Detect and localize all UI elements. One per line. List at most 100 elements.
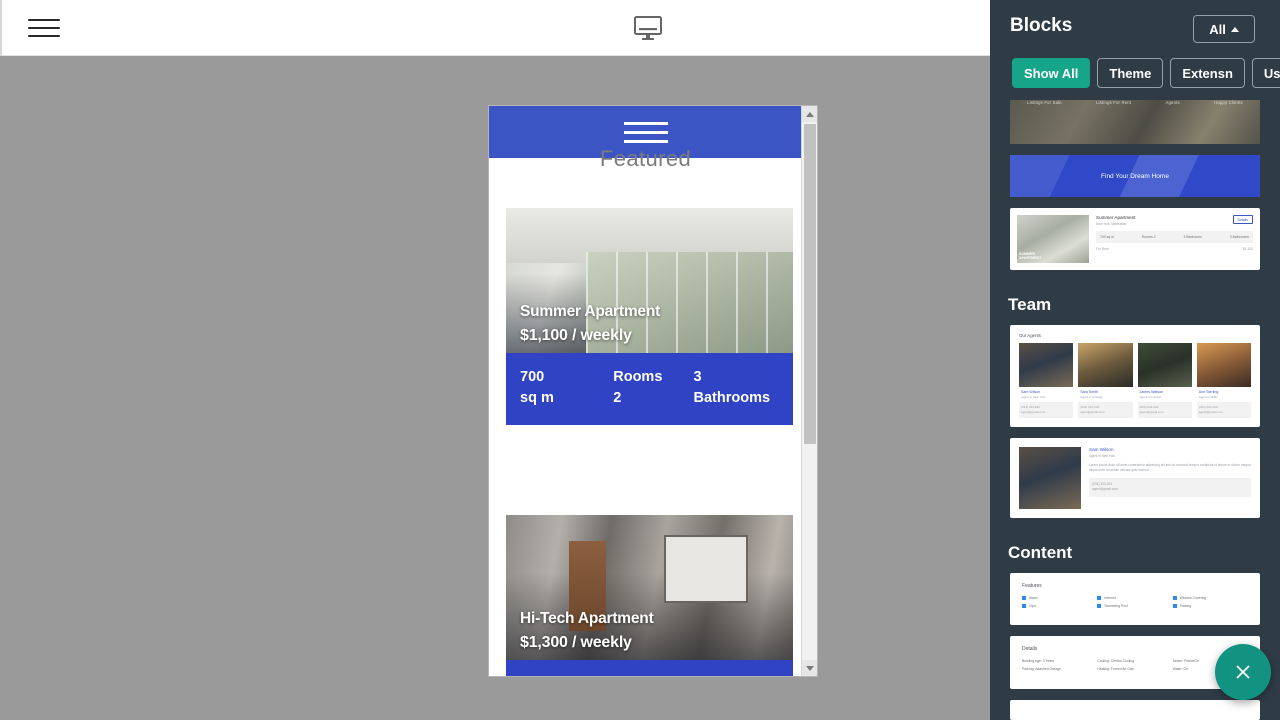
agent-email: agent@gmail.com [1198,410,1223,414]
property-area-value: 700 [520,369,545,385]
all-filter-dropdown[interactable]: All [1193,15,1255,43]
preview-scrollbar[interactable] [801,106,817,676]
cta-banner-preview: Find Your Dream Home [1010,155,1260,197]
hero-nav-item: Happy Clients [1214,100,1243,105]
block-thumb-features[interactable]: Features Alarm Gym Internet Swimming Poo… [1010,573,1260,625]
agent-profile-name: Sam Wilson [1089,447,1114,452]
agent-info: James Watson Agent in London [1137,387,1192,399]
property-specs: 800 sq m Rooms 2 2 Bathrooms [506,660,793,676]
agent-profile-preview: Sam Wilson Agent in New York Lorem ipsum… [1010,438,1260,518]
scroll-up-arrow-icon[interactable] [802,106,817,122]
hero-nav-item: Agents [1165,100,1180,105]
details-column: Building Age: 3 Years Parking: Attached … [1022,659,1097,675]
all-filter-label: All [1209,21,1226,37]
listing-thumb-spec: Rooms 2 [1141,234,1156,239]
listing-thumb-titleblock: Summer Apartment New York, Manhattan [1096,215,1136,226]
listing-thumb-footer: For Rent $1,100 [1096,247,1253,251]
block-thumb-listing-card[interactable]: SUMMER APARTMENT Summer Apartment New Yor… [1010,208,1260,270]
agent-email: agent@gmail.com [1139,410,1164,414]
features-section-title: Features [1022,583,1042,589]
topbar-divider [0,0,2,56]
details-column: Cooling: Central Cooling Heating: Forced… [1097,659,1172,675]
block-thumb-agents-grid[interactable]: Our Agents Sam Wilson Agent in New York … [1010,325,1260,427]
agent-email: agent@gmail.com [1080,410,1105,414]
monitor-glyph [634,16,662,40]
card-spacer [489,425,802,487]
blocks-list[interactable]: Listings For Sale Listings For Rent Agen… [990,100,1280,720]
property-rooms-label: Rooms [613,369,663,385]
scroll-down-arrow-icon[interactable] [802,660,817,676]
listing-thumb-subtitle: New York, Manhattan [1096,221,1127,226]
listing-card-preview: SUMMER APARTMENT Summer Apartment New Yor… [1010,208,1260,270]
hero-nav-item: Listings For Rent [1096,100,1132,105]
agent-role: Agent in Milan [1198,395,1218,399]
site-preview-frame: Featured Summer Apartment $1,100 / weekl… [488,105,818,677]
property-title: Summer Apartment [520,303,661,320]
preview-hamburger-menu-icon[interactable] [623,121,668,143]
block-thumb-next-partial[interactable] [1010,700,1260,720]
agent-profile-body: Sam Wilson Agent in New York Lorem ipsum… [1089,447,1251,509]
features-grid: Alarm Gym Internet Swimming Pool Window … [1022,596,1248,611]
group-title-content: Content [1008,543,1073,562]
agent-photo [1196,343,1251,387]
listing-thumb-photo: SUMMER APARTMENT [1017,215,1089,263]
property-spec-bathrooms: 2 Bathrooms [694,674,779,676]
agent-profile-contact: (634) 324-024 agent@gmail.com [1089,477,1251,497]
block-thumb-header-nav[interactable]: Listings For Sale Listings For Rent Agen… [1010,100,1260,144]
agent-name: Ann Sterling [1198,390,1219,394]
filter-chip-show-all[interactable]: Show All [1012,58,1091,88]
block-thumb-cta-banner[interactable]: Find Your Dream Home [1010,155,1260,197]
desktop-monitor-icon[interactable] [631,12,665,44]
property-card[interactable]: Hi-Tech Apartment $1,300 / weekly 800 sq… [506,515,793,676]
agent-contact: (034) 034-034 agent@gmail.com [1019,402,1074,418]
caret-up-icon [1230,26,1239,32]
details-section-title: Details [1022,646,1038,652]
property-specs: 700 sq m Rooms 2 3 Bathrooms [506,353,793,425]
agent-name: Sara Smith [1080,390,1099,394]
filter-chip-extension[interactable]: Extensn [1170,58,1245,88]
agent-card: Sam Wilson Agent in New York (034) 034-0… [1019,343,1074,418]
agent-photo [1137,343,1192,387]
feature-item: Parking [1172,603,1248,608]
agent-card: Ann Sterling Agent in Milan (034) 034-03… [1196,343,1251,418]
checkbox-checked-icon [1022,596,1026,600]
feature-label: Gym [1029,603,1037,608]
agent-profile-email: agent@gmail.com [1092,487,1118,492]
feature-item: Internet [1097,596,1172,600]
listing-thumb-spec: 3 Bedrooms [1183,234,1202,239]
property-spec-area: 700 sq m [520,367,613,409]
property-overlay: Summer Apartment $1,100 / weekly [520,303,783,345]
property-bath-value: 2 [694,674,779,676]
agent-contact: (034) 034-034 agent@gmail.com [1137,402,1192,418]
close-panel-button[interactable] [1215,644,1271,700]
listing-thumb-details-button[interactable]: Details [1232,215,1253,224]
hamburger-menu-icon[interactable] [28,12,60,44]
hero-nav-item: Listings For Sale [1027,100,1062,105]
next-block-preview [1010,700,1260,720]
block-thumb-agent-profile[interactable]: Sam Wilson Agent in New York Lorem ipsum… [1010,438,1260,518]
blocks-panel-header: Blocks All [990,0,1280,58]
scrollbar-thumb[interactable] [804,124,816,444]
header-nav-preview: Listings For Sale Listings For Rent Agen… [1010,100,1260,144]
filter-chip-user[interactable]: User [1251,58,1280,88]
blocks-filter-row: Show All Theme Extensn User [990,58,1280,96]
feature-item: Window Covering [1172,596,1248,600]
hero-nav-items: Listings For Sale Listings For Rent Agen… [1010,100,1260,105]
site-preview-viewport: Featured Summer Apartment $1,100 / weekl… [489,106,802,676]
cta-banner-text: Find Your Dream Home [1101,172,1169,180]
panel-title: Blocks [1010,15,1073,36]
listing-thumb-price: $1,100 [1242,246,1253,251]
property-overlay: Hi-Tech Apartment $1,300 / weekly [520,610,783,652]
feature-label: Window Covering [1179,596,1207,600]
listing-thumb-title: Summer Apartment [1096,215,1136,220]
property-spec-bathrooms: 3 Bathrooms [694,367,779,409]
feature-item: Swimming Pool [1097,603,1172,608]
detail-item: Cooling: Central Cooling [1097,659,1135,663]
property-rooms-label: Rooms [613,674,693,676]
agent-profile-bio: Lorem ipsum dolor sit amet consectetur a… [1089,462,1251,472]
agent-name: James Watson [1139,390,1164,394]
property-card[interactable]: Summer Apartment $1,100 / weekly 700 sq … [506,208,793,425]
filter-chip-theme[interactable]: Theme [1097,58,1164,88]
agent-name: Sam Wilson [1021,390,1041,394]
feature-label: Parking [1179,603,1192,608]
